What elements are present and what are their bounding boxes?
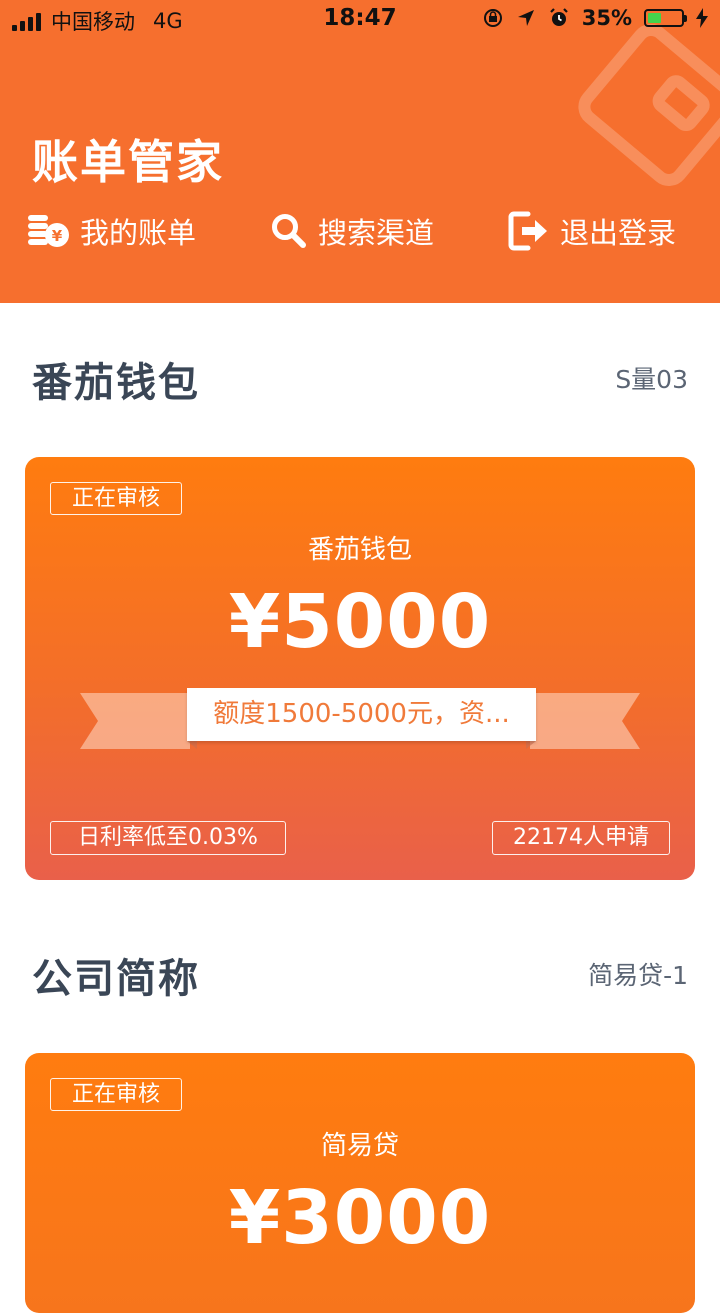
section-header: 公司简称 简易贷-1 [0,936,720,1006]
interest-rate-tag: 日利率低至0.03% [50,821,286,855]
product-name: 番茄钱包 [307,535,412,565]
promo-text: 额度1500-5000元，资... [187,688,536,741]
coins-yen-icon: ¥ [28,215,69,247]
status-bar: 中国移动 4G 18:47 35% [0,0,720,40]
svg-text:¥: ¥ [52,227,63,245]
loan-amount: ¥5000 [228,579,492,665]
loan-card[interactable]: 正在审核 番茄钱包 ¥5000 额度1500-5000元，资... 日利率低至0… [25,457,695,880]
search-channel-button[interactable]: 搜索渠道 [270,203,434,259]
charging-bolt-icon [696,8,708,28]
logout-label: 退出登录 [560,216,677,250]
my-bills-label: 我的账单 [80,216,197,250]
loan-card[interactable]: 正在审核 简易贷 ¥3000 [25,1053,695,1313]
section-subtitle: S量03 [615,365,688,394]
battery-percentage: 35% [581,6,632,30]
app-header: 中国移动 4G 18:47 35% 账单管家 ¥ 我的账单 搜索渠道 退出登录 [0,0,720,303]
orientation-lock-icon [483,9,502,27]
product-name: 简易贷 [320,1131,399,1161]
section-subtitle: 简易贷-1 [588,961,688,990]
location-arrow-icon [517,10,534,26]
my-bills-button[interactable]: ¥ 我的账单 [28,203,196,259]
search-channel-label: 搜索渠道 [318,216,435,250]
section-title: 番茄钱包 [32,360,200,406]
section-header: 番茄钱包 S量03 [0,340,720,410]
battery-icon [644,9,687,27]
status-badge: 正在审核 [50,1078,182,1111]
promo-ribbon: 额度1500-5000元，资... [80,687,640,751]
page-title: 账单管家 [32,135,224,189]
applicants-count-tag: 22174人申请 [492,821,670,855]
logout-icon [508,211,547,251]
section-title: 公司简称 [32,956,200,1002]
alarm-icon [549,8,568,26]
status-badge: 正在审核 [50,482,182,515]
loan-amount: ¥3000 [228,1175,492,1261]
search-icon [272,214,306,248]
wallet-watermark-icon [578,24,720,186]
header-nav: ¥ 我的账单 搜索渠道 退出登录 [0,203,720,259]
logout-button[interactable]: 退出登录 [508,203,676,259]
